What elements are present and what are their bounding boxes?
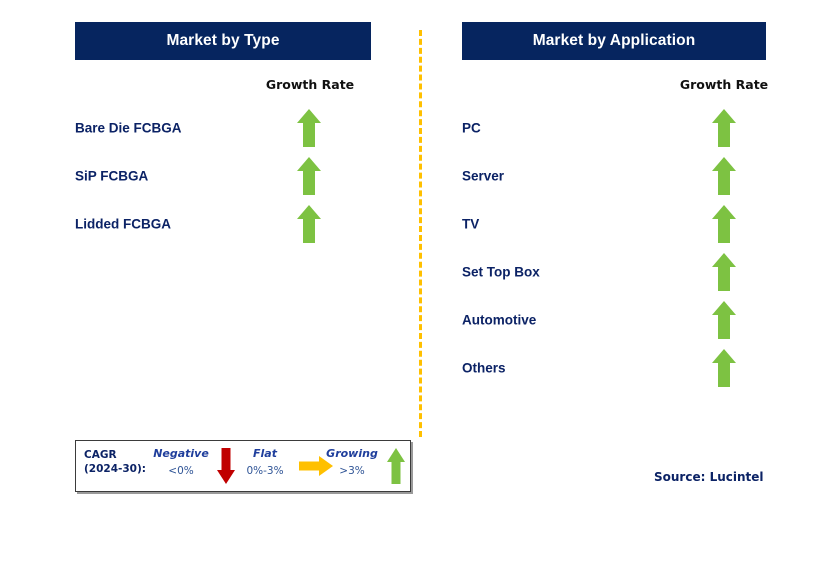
arrow-up-icon	[296, 108, 322, 148]
table-row: Automotive	[462, 296, 766, 344]
table-row: SiP FCBGA	[75, 152, 371, 200]
legend-title-line1: CAGR	[84, 449, 117, 461]
arrow-up-icon	[296, 204, 322, 244]
legend-title: CAGR (2024-30):	[84, 448, 146, 476]
legend-term: Growing	[326, 447, 378, 460]
segment-list-left: Bare Die FCBGA SiP FCBGA Lidded FCBGA	[75, 104, 371, 248]
arrow-down-icon	[216, 447, 236, 485]
segment-label: Server	[462, 168, 505, 184]
panel-header-market-by-application: Market by Application	[462, 22, 766, 60]
segment-label: Lidded FCBGA	[75, 216, 171, 232]
segment-label: SiP FCBGA	[75, 168, 149, 184]
segment-label: Bare Die FCBGA	[75, 120, 182, 136]
table-row: Server	[462, 152, 766, 200]
arrow-up-icon	[711, 300, 737, 340]
arrow-up-icon	[711, 348, 737, 388]
legend-range: >3%	[339, 465, 365, 477]
segment-label: Others	[462, 360, 506, 376]
legend-term: Flat	[253, 447, 277, 460]
arrow-up-icon	[711, 252, 737, 292]
segment-list-right: PC Server TV Set Top Box Automotive Othe…	[462, 104, 766, 392]
panel-header-market-by-type: Market by Type	[75, 22, 371, 60]
arrow-up-icon	[296, 156, 322, 196]
infographic-canvas: Market by Type Market by Application Gro…	[0, 0, 829, 562]
legend-item-negative: Negative <0%	[148, 441, 214, 491]
segment-label: Automotive	[462, 312, 537, 328]
table-row: Lidded FCBGA	[75, 200, 371, 248]
segment-label: PC	[462, 120, 481, 136]
vertical-dashed-divider	[419, 30, 422, 437]
panel-title-left: Market by Type	[166, 32, 280, 49]
legend-item-growing: Growing >3%	[316, 441, 388, 491]
table-row: TV	[462, 200, 766, 248]
legend-term: Negative	[153, 447, 209, 460]
source-note: Source: Lucintel	[654, 470, 764, 484]
table-row: Set Top Box	[462, 248, 766, 296]
arrow-up-icon	[711, 156, 737, 196]
legend-item-flat: Flat 0%-3%	[234, 441, 296, 491]
growth-rate-caption-right: Growth Rate	[679, 77, 769, 92]
segment-label: Set Top Box	[462, 264, 540, 280]
legend-title-line2: (2024-30):	[84, 463, 146, 475]
arrow-up-icon	[386, 447, 406, 485]
panel-title-right: Market by Application	[532, 32, 696, 49]
table-row: Others	[462, 344, 766, 392]
growth-rate-caption-left: Growth Rate	[265, 77, 355, 92]
segment-label: TV	[462, 216, 480, 232]
table-row: Bare Die FCBGA	[75, 104, 371, 152]
legend-panel: CAGR (2024-30): Negative <0% Flat 0%-3%	[75, 440, 411, 492]
legend-range: <0%	[168, 465, 194, 477]
legend-range: 0%-3%	[246, 465, 284, 477]
arrow-up-icon	[711, 204, 737, 244]
arrow-up-icon	[711, 108, 737, 148]
table-row: PC	[462, 104, 766, 152]
